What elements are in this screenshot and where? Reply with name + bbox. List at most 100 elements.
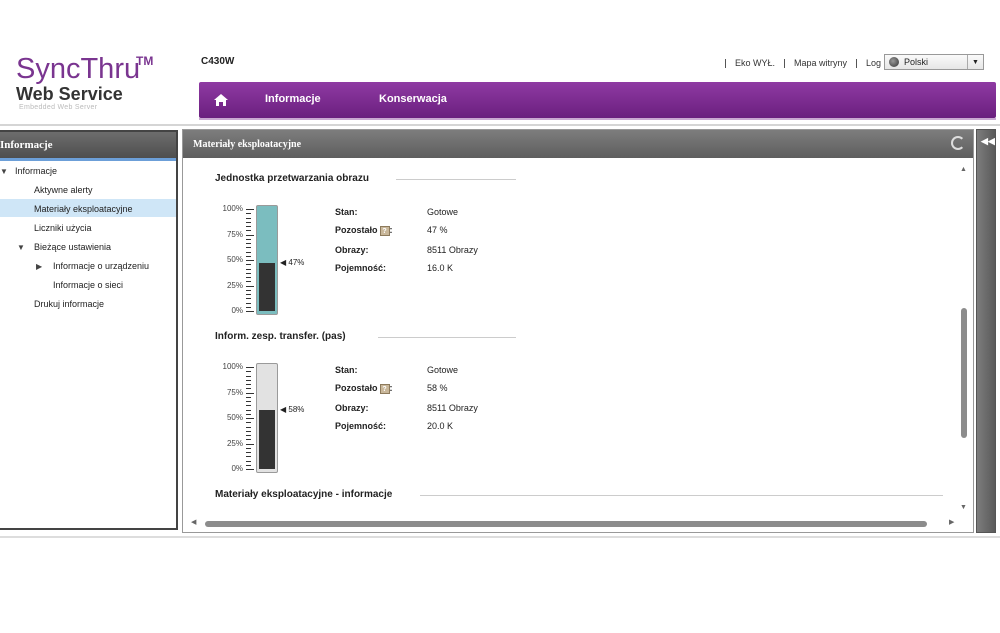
gauge-tick — [246, 217, 251, 219]
gauge-tick — [246, 430, 251, 432]
gauge-tick — [246, 435, 251, 436]
login-link[interactable]: Log — [866, 58, 881, 68]
logo-main-text: SyncThru — [16, 53, 141, 85]
collapse-sidebar-bar[interactable]: ◀◀ — [976, 129, 996, 533]
scroll-up-icon[interactable]: ▲ — [960, 166, 967, 173]
expand-down-icon[interactable]: ▼ — [17, 243, 25, 252]
supply-gauge: 100% 75% 50% 25% 0% ◀ 47% — [219, 204, 309, 317]
sidebar-title-underline — [0, 158, 176, 161]
panel-header: Materiały eksploatacyjne — [183, 130, 973, 158]
supply-title: Inform. zesp. transfer. (pas) — [215, 331, 346, 342]
gauge-tick — [246, 264, 251, 266]
main-nav: Informacje Konserwacja — [199, 82, 996, 118]
nav-underline — [199, 118, 996, 120]
nav-informacje[interactable]: Informacje — [265, 93, 321, 105]
status-label: Stan: — [335, 365, 358, 375]
gauge-fill — [259, 263, 275, 311]
help-icon[interactable]: ? — [379, 225, 390, 236]
gauge-tick-label: 25% — [226, 280, 243, 290]
sidebar-item-informacje[interactable]: Informacje — [15, 166, 57, 176]
section-divider — [396, 179, 516, 180]
status-value: Gotowe — [427, 207, 459, 217]
double-left-arrow-icon[interactable]: ◀◀ — [981, 136, 995, 147]
gauge-tick — [246, 418, 254, 419]
gauge-tick — [246, 469, 254, 470]
status-value: Gotowe — [427, 365, 459, 375]
sitemap-link[interactable]: Mapa witryny — [794, 58, 847, 68]
capacity-value: 20.0 K — [427, 421, 454, 431]
gauge-tick — [246, 375, 251, 377]
gauge-tick — [246, 221, 251, 223]
sidebar-item-usage-counters[interactable]: Liczniki użycia — [34, 223, 92, 233]
vertical-scrollbar[interactable]: ▲ ▼ — [958, 160, 972, 515]
gauge-tick — [246, 234, 254, 236]
gauge-tick — [246, 401, 251, 402]
gauge-tick — [246, 396, 251, 398]
gauge-tick — [246, 285, 254, 287]
gauge-tick — [246, 306, 251, 308]
remaining-value: 58 % — [427, 383, 448, 393]
top-links: Eko WYŁ. Mapa witryny Log — [716, 56, 881, 70]
gauge-tick — [246, 238, 251, 240]
scroll-down-icon[interactable]: ▼ — [960, 504, 967, 511]
scroll-left-icon[interactable]: ◀ — [191, 518, 196, 526]
gauge-tick — [246, 439, 251, 441]
section-divider — [378, 337, 516, 338]
scroll-right-icon[interactable]: ▶ — [949, 518, 954, 526]
gauge-percent-label: ◀ 58% — [280, 404, 305, 414]
gauge-tick — [246, 379, 251, 381]
gauge-tick — [246, 298, 251, 300]
gauge-tick-label: 100% — [222, 362, 243, 371]
syncthru-logo: SyncThru TM Web Service Embedded Web Ser… — [16, 54, 186, 114]
sidebar: Informacje ▼ Informacje Aktywne alerty M… — [0, 130, 178, 530]
eco-link[interactable]: Eko WYŁ. — [735, 58, 775, 68]
expand-down-icon[interactable]: ▼ — [0, 167, 8, 176]
globe-icon — [889, 57, 899, 67]
help-icon[interactable]: ? — [379, 383, 390, 394]
images-value: 8511 Obrazy — [427, 245, 478, 255]
vertical-scroll-thumb[interactable] — [961, 308, 967, 438]
gauge-tick — [246, 388, 251, 390]
gauge-tick — [246, 255, 251, 257]
gauge-tick-label: 0% — [231, 464, 243, 473]
sidebar-item-device-info[interactable]: Informacje o urządzeniu — [53, 261, 149, 271]
device-model: C430W — [201, 56, 235, 67]
capacity-label: Pojemność: — [335, 421, 387, 431]
gauge-tick — [246, 281, 251, 283]
sidebar-item-print-info[interactable]: Drukuj informacje — [34, 299, 104, 309]
sidebar-item-current-settings[interactable]: Bieżące ustawienia — [34, 242, 111, 252]
gauge-tick — [246, 243, 251, 244]
gauge-tick-label: 100% — [222, 204, 243, 213]
logo-trademark: TM — [136, 54, 154, 68]
gauge-tick — [246, 260, 254, 261]
supply-title: Jednostka przetwarzania obrazu — [215, 173, 369, 184]
chevron-down-icon[interactable]: ▼ — [967, 55, 983, 69]
gauge-tick — [246, 213, 251, 215]
gauge-tick — [246, 230, 251, 232]
expand-right-icon[interactable]: ▶ — [36, 262, 42, 271]
horizontal-scroll-thumb[interactable] — [205, 521, 927, 527]
gauge-tick — [246, 452, 251, 453]
gauge-tick — [246, 272, 251, 274]
gauge-percent-label: ◀ 47% — [280, 258, 305, 268]
sidebar-item-network-info[interactable]: Informacje o sieci — [53, 280, 123, 290]
gauge-tick — [246, 413, 251, 415]
home-icon[interactable] — [213, 93, 229, 107]
link-separator — [725, 58, 726, 68]
section-divider — [420, 495, 943, 496]
images-label: Obrazy: — [335, 403, 369, 413]
link-separator — [784, 58, 786, 68]
supply-gauge: 100% 75% 50% 25% 0% ◀ 58% — [219, 362, 309, 475]
nav-konserwacja[interactable]: Konserwacja — [379, 93, 447, 105]
sidebar-item-active-alerts[interactable]: Aktywne alerty — [34, 185, 93, 195]
capacity-label: Pojemność: — [335, 263, 387, 273]
logo-sub-text: Web Service — [16, 84, 123, 104]
gauge-tick-label: 75% — [226, 229, 243, 239]
link-separator — [856, 58, 858, 68]
sidebar-item-supplies[interactable]: Materiały eksploatacyjne — [34, 204, 133, 214]
gauge-tick — [246, 367, 254, 368]
horizontal-scrollbar[interactable]: ◀ ▶ — [189, 518, 959, 530]
language-select[interactable]: Polski ▼ — [884, 54, 984, 70]
gauge-fill — [259, 409, 275, 469]
refresh-icon[interactable] — [951, 136, 965, 150]
